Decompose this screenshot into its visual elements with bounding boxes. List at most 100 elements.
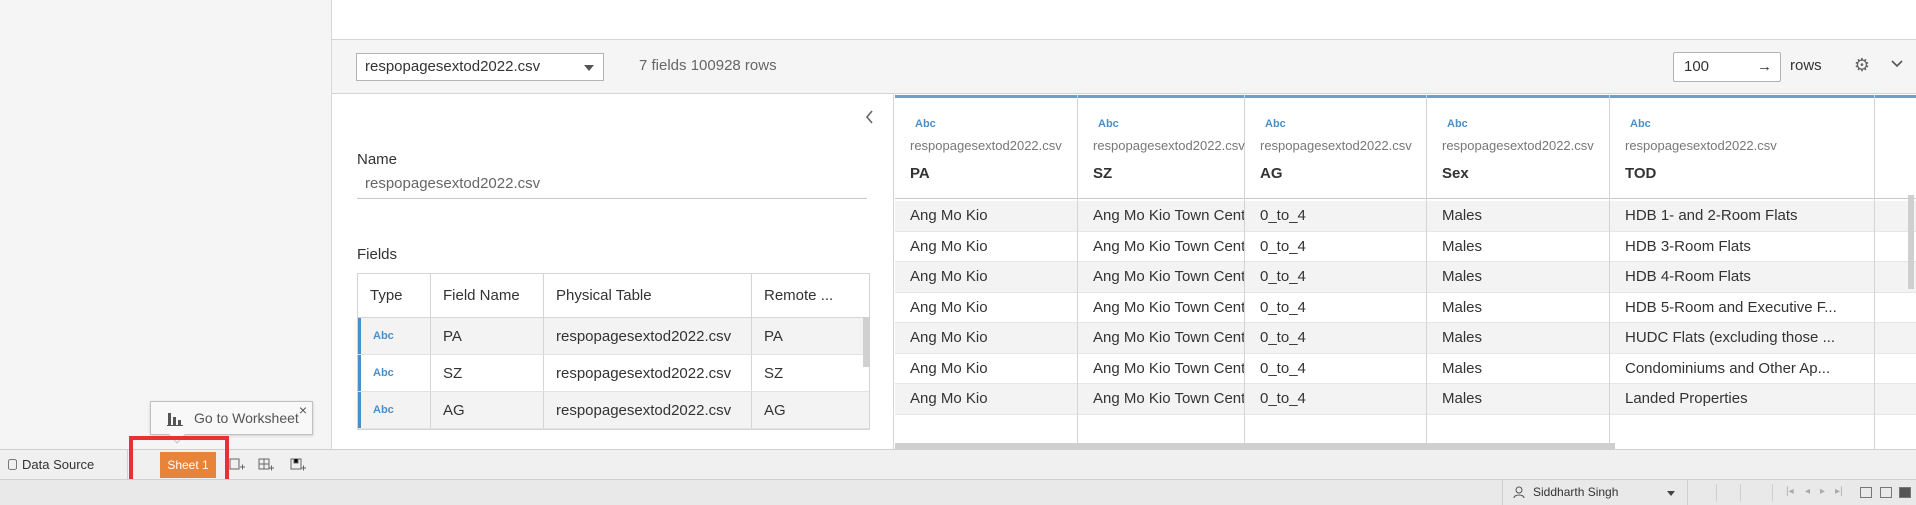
column-header-type[interactable]: Type [358, 274, 431, 317]
table-row[interactable]: Abc PA respopagesextod2022.csv PA [358, 318, 869, 355]
column-header-field-name[interactable]: Field Name [431, 274, 544, 317]
data-source-tab[interactable]: Data Source [0, 450, 128, 480]
grid-cell [1875, 323, 1916, 354]
gear-icon[interactable]: ⚙ [1852, 55, 1872, 75]
name-label: Name [357, 151, 398, 168]
abc-string-icon[interactable]: Abc [915, 118, 936, 130]
rows-limit-input[interactable]: 100 → [1673, 52, 1781, 82]
data-source-label: Data Source [22, 457, 95, 472]
user-name: Siddharth Singh [1533, 485, 1619, 499]
table-select[interactable]: respopagesextod2022.csv [356, 53, 604, 81]
grid-cell: Ang Mo Kio [895, 201, 1077, 232]
new-worksheet-icon[interactable] [228, 456, 246, 474]
divider [1740, 484, 1741, 502]
chevron-left-icon[interactable] [864, 107, 880, 127]
grid-cell [1875, 384, 1916, 415]
table-select-value: respopagesextod2022.csv [365, 58, 541, 75]
column-header-remote[interactable]: Remote ... [752, 274, 868, 317]
grid-cell: Ang Mo Kio Town Centre [1078, 354, 1244, 384]
grid-column-header[interactable]: Abc respopagesextod2022.csv PA [895, 98, 1077, 199]
column-name[interactable]: PA [910, 165, 930, 182]
grid-column-header[interactable]: Abc respopagesextod2022.csv TOD [1610, 98, 1874, 199]
grid-cell: Males [1427, 293, 1609, 323]
user-menu[interactable]: Siddharth Singh [1502, 480, 1688, 505]
table-row[interactable]: Abc SZ respopagesextod2022.csv SZ [358, 355, 869, 392]
grid-cell: HUDC Flats (excluding those ... [1610, 323, 1874, 354]
new-story-icon[interactable] [289, 456, 307, 474]
grid-cell: 0_to_4 [1245, 323, 1426, 354]
abc-string-icon[interactable]: Abc [1630, 118, 1651, 130]
last-sheet-icon[interactable]: ▸| [1835, 486, 1843, 497]
grid-cell: Males [1427, 232, 1609, 262]
grid-cell: Ang Mo Kio [895, 232, 1077, 262]
new-dashboard-icon[interactable] [257, 456, 275, 474]
tooltip-label: Go to Worksheet [194, 410, 299, 426]
grid-column-header[interactable]: Abc respopagesextod2022.csv AG [1245, 98, 1426, 199]
grid-cell: Ang Mo Kio Town Centre [1078, 232, 1244, 262]
column-source: respopagesextod2022.csv [910, 138, 1062, 153]
grid-cell: 0_to_4 [1245, 384, 1426, 415]
close-icon[interactable]: × [299, 402, 307, 418]
filmstrip-icon[interactable] [1880, 487, 1892, 498]
grid-column-header[interactable]: Abc respopagesextod2022.csv Sex [1427, 98, 1609, 199]
column-name[interactable]: Sex [1442, 165, 1469, 182]
grid-cell: Ang Mo Kio Town Centre [1078, 384, 1244, 415]
tabs-view-icon[interactable] [1899, 487, 1911, 498]
fields-scrollbar[interactable] [863, 317, 870, 367]
grid-cell: 0_to_4 [1245, 201, 1426, 232]
column-name[interactable]: TOD [1625, 165, 1656, 182]
grid-cell: Ang Mo Kio [895, 384, 1077, 415]
table-name-field[interactable]: respopagesextod2022.csv [357, 175, 867, 199]
user-icon [1513, 486, 1525, 499]
abc-string-icon[interactable]: Abc [1098, 118, 1119, 130]
grid-column-header[interactable] [1875, 98, 1916, 199]
first-sheet-icon[interactable]: |◂ [1786, 486, 1794, 497]
grid-cell: HDB 4-Room Flats [1610, 262, 1874, 293]
data-grid-toolbar: respopagesextod2022.csv 7 fields 100928 … [332, 40, 1916, 94]
grid-cell [1875, 354, 1916, 384]
grid-cell: Ang Mo Kio [895, 354, 1077, 384]
grid-cell: 0_to_4 [1245, 232, 1426, 262]
abc-string-icon[interactable]: Abc [1447, 118, 1468, 130]
column-header-physical-table[interactable]: Physical Table [544, 274, 752, 317]
rows-label: rows [1790, 57, 1822, 74]
table-row[interactable]: Abc AG respopagesextod2022.csv AG [358, 392, 869, 429]
grid-cell: Males [1427, 354, 1609, 384]
grid-column-sz: Abc respopagesextod2022.csv SZ Ang Mo Kio T… [1078, 95, 1245, 449]
type-icon[interactable]: Abc [361, 355, 431, 391]
grid-column-ag: Abc respopagesextod2022.csv AG 0_to_4 0_to_4… [1245, 95, 1427, 449]
apply-arrow-icon[interactable]: → [1757, 53, 1772, 81]
next-sheet-icon[interactable]: ▸ [1820, 486, 1825, 497]
type-icon[interactable]: Abc [361, 392, 431, 428]
column-name[interactable]: SZ [1093, 165, 1112, 182]
grid-column-header[interactable]: Abc respopagesextod2022.csv SZ [1078, 98, 1245, 199]
field-name[interactable]: SZ [431, 355, 544, 391]
sheet-sorter-icon[interactable] [1860, 487, 1872, 498]
remote-field-name: PA [764, 327, 783, 345]
data-grid: Abc respopagesextod2022.csv PA Ang Mo Kio An… [895, 95, 1916, 449]
grid-cell: 0_to_4 [1245, 262, 1426, 293]
chevron-down-icon[interactable] [1890, 54, 1908, 74]
grid-cell: Ang Mo Kio Town Centre [1078, 323, 1244, 354]
column-source: respopagesextod2022.csv [1625, 138, 1777, 153]
column-name[interactable]: AG [1260, 165, 1283, 182]
fields-label: Fields [357, 246, 398, 263]
grid-column-sex: Abc respopagesextod2022.csv Sex Males Males M… [1427, 95, 1610, 449]
grid-cell: 0_to_4 [1245, 293, 1426, 323]
grid-cell: HDB 3-Room Flats [1610, 232, 1874, 262]
go-to-worksheet-tooltip[interactable]: Go to Worksheet × [150, 401, 313, 444]
bar-chart-icon [167, 413, 183, 426]
field-name[interactable]: PA [431, 318, 544, 354]
divider [1772, 484, 1773, 502]
vertical-scrollbar[interactable] [1908, 195, 1914, 289]
grid-cell: Landed Properties [1610, 384, 1874, 415]
previous-sheet-icon[interactable]: ◂ [1805, 486, 1810, 497]
metadata-panel: Name respopagesextod2022.csv Fields Type… [332, 95, 894, 449]
type-icon[interactable]: Abc [361, 318, 431, 354]
field-name[interactable]: AG [431, 392, 544, 428]
remote-field-name: SZ [764, 364, 784, 382]
column-source: respopagesextod2022.csv [1260, 138, 1412, 153]
grid-cell: HDB 5-Room and Executive F... [1610, 293, 1874, 323]
grid-column-tod: Abc respopagesextod2022.csv TOD HDB 1- and … [1610, 95, 1875, 449]
abc-string-icon[interactable]: Abc [1265, 118, 1286, 130]
